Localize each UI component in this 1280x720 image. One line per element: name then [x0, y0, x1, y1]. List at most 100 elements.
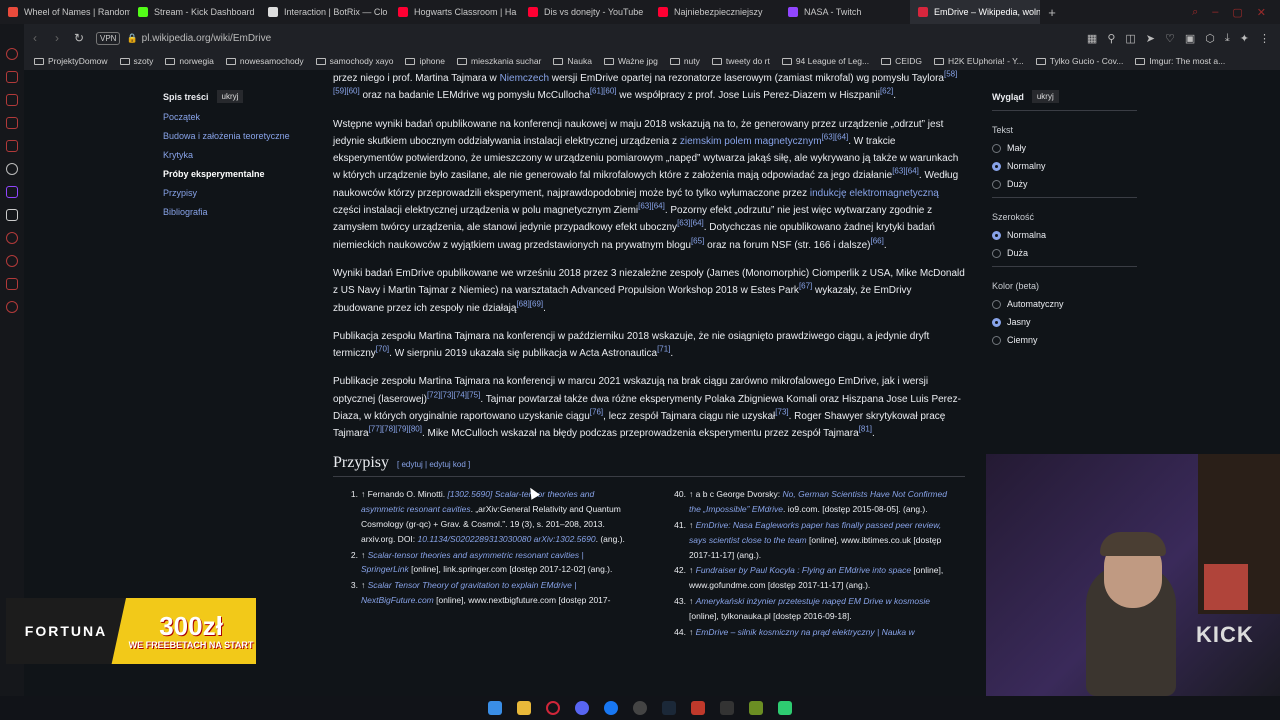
radio-option[interactable]: Mały — [992, 143, 1137, 153]
toc-item[interactable]: Krytyka — [163, 150, 313, 160]
browser-tab[interactable]: EmDrive – Wikipedia, woln× — [910, 0, 1040, 24]
discord-icon[interactable] — [575, 701, 589, 715]
search-icon[interactable]: ⌕ — [1192, 6, 1198, 19]
bookmark-item[interactable]: Nauka — [553, 56, 592, 66]
extensions-icon[interactable]: ⬡ — [1205, 32, 1215, 45]
toc-item[interactable]: Bibliografia — [163, 207, 313, 217]
terminal-icon[interactable] — [720, 701, 734, 715]
browser-tab[interactable]: Hogwarts Classroom | Ha — [390, 0, 520, 24]
pin-icon[interactable]: ⚲ — [1107, 32, 1115, 45]
x-icon[interactable] — [6, 209, 18, 221]
radio-button[interactable] — [992, 161, 1001, 171]
bookmark-item[interactable]: samochody xayo — [315, 56, 393, 66]
radio-button[interactable] — [992, 143, 1001, 153]
ref-link[interactable]: [63][64] — [822, 133, 849, 142]
download-icon[interactable]: ⤓ — [1225, 32, 1230, 45]
ref-link[interactable]: [68][69] — [516, 299, 543, 308]
link-induction[interactable]: indukcję elektromagnetyczną — [810, 188, 939, 199]
location-icon[interactable] — [6, 278, 18, 290]
bookmark-item[interactable]: tweety do rt — [711, 56, 770, 66]
chatgpt-icon[interactable] — [6, 163, 18, 175]
obs-icon[interactable] — [633, 701, 647, 715]
toc-item[interactable]: Próby eksperymentalne — [163, 169, 313, 179]
bookmark-item[interactable]: nowesamochody — [225, 56, 304, 66]
ref-link[interactable]: Amerykański inżynier przetestuje napęd E… — [696, 596, 930, 606]
radio-option[interactable]: Ciemny — [992, 335, 1137, 345]
toc-item[interactable]: Budowa i założenia teoretyczne — [163, 131, 313, 141]
wallet-icon[interactable]: ▣ — [1185, 32, 1195, 45]
ref-link[interactable]: [73] — [775, 408, 788, 417]
browser-tab[interactable]: Interaction | BotRix — Clo — [260, 0, 390, 24]
ref-link[interactable]: [63][64] — [677, 219, 704, 228]
facebook-icon[interactable] — [604, 701, 618, 715]
ref-link[interactable]: [63][64] — [892, 167, 919, 176]
bookmark-item[interactable]: CEIDG — [881, 56, 922, 66]
camera-icon[interactable]: ◫ — [1125, 32, 1135, 45]
reader-icon[interactable]: ▦ — [1087, 32, 1097, 45]
ref-link[interactable]: 10.1134/S0202289313030080 — [418, 534, 532, 544]
link-magnetic-field[interactable]: ziemskim polem magnetycznym — [680, 136, 822, 147]
bookmark-item[interactable]: nuty — [669, 56, 700, 66]
windows-start-icon[interactable] — [488, 701, 502, 715]
menu-icon[interactable]: ⋮ — [1259, 32, 1270, 45]
ref-link[interactable]: arXiv:1302.5690 — [534, 534, 596, 544]
toc-item[interactable]: Początek — [163, 112, 313, 122]
radio-button[interactable] — [992, 317, 1001, 327]
messenger-icon[interactable] — [6, 117, 18, 129]
radio-button[interactable] — [992, 299, 1001, 309]
radio-button[interactable] — [992, 248, 1001, 258]
ref-link[interactable]: [63][64] — [638, 202, 665, 211]
ref-link[interactable]: [71] — [657, 345, 670, 354]
url-field[interactable]: pl.wikipedia.org/wiki/EmDrive — [142, 33, 271, 44]
radio-option[interactable]: Duży — [992, 179, 1137, 189]
ref-link[interactable]: [81] — [859, 425, 872, 434]
toc-item[interactable]: Przypisy — [163, 188, 313, 198]
steam-icon[interactable] — [662, 701, 676, 715]
minimize-icon[interactable]: – — [1212, 6, 1218, 19]
shield-icon[interactable] — [691, 701, 705, 715]
clock-icon[interactable] — [6, 255, 18, 267]
browser-tab[interactable]: Najniebezpieczniejszy — [650, 0, 780, 24]
radio-option[interactable]: Duża — [992, 248, 1137, 258]
bookmark-item[interactable]: ProjektyDomow — [34, 56, 108, 66]
radio-option[interactable]: Automatyczny — [992, 299, 1137, 309]
ref-link[interactable]: Fundraiser by Paul Kocyla : Flying an EM… — [696, 565, 911, 575]
radio-option[interactable]: Normalna — [992, 230, 1137, 240]
bookmarks-icon[interactable] — [6, 94, 18, 106]
opera-taskbar-icon[interactable] — [546, 701, 560, 715]
ref-link[interactable]: [72][73][74][75] — [427, 390, 480, 399]
vpn-badge[interactable]: VPN — [96, 31, 121, 45]
ref-link[interactable]: [67] — [799, 282, 812, 291]
bookmark-item[interactable]: norwegia — [165, 56, 214, 66]
edit-section-link[interactable]: [ edytuj | edytuj kod ] — [397, 460, 470, 469]
twitch-icon[interactable] — [6, 186, 18, 198]
ref-link[interactable]: [62] — [880, 87, 893, 96]
bookmark-item[interactable]: Tylko Gucio - Cov... — [1035, 56, 1123, 66]
ref-link[interactable]: [70] — [376, 345, 389, 354]
browser-tab[interactable]: Dis vs donejty - YouTube — [520, 0, 650, 24]
ref-link[interactable]: [61][60] — [590, 87, 617, 96]
browser-tab[interactable]: NASA - Twitch — [780, 0, 910, 24]
ref-link[interactable]: [77][78][79][80] — [369, 425, 422, 434]
bookmark-item[interactable]: mieszkania suchar — [457, 56, 541, 66]
radio-option[interactable]: Normalny — [992, 161, 1137, 171]
toc-hide-button[interactable]: ukryj — [216, 90, 244, 103]
file-explorer-icon[interactable] — [517, 701, 531, 715]
bookmark-item[interactable]: Imgur: The most a... — [1135, 56, 1225, 66]
browser-tab[interactable]: Wheel of Names | Random — [0, 0, 130, 24]
maximize-icon[interactable]: ▢ — [1232, 6, 1242, 19]
radio-button[interactable] — [992, 230, 1001, 240]
minecraft-icon[interactable] — [749, 701, 763, 715]
ref-link[interactable]: EmDrive – silnik kosmiczny na prąd elekt… — [696, 627, 915, 637]
new-tab-button[interactable]: + — [1040, 5, 1064, 20]
appearance-hide-button[interactable]: ukryj — [1031, 90, 1059, 103]
ref-link[interactable]: [76] — [590, 408, 603, 417]
close-icon[interactable]: ✕ — [1257, 6, 1266, 19]
link-niemczech[interactable]: Niemczech — [500, 73, 549, 84]
reload-icon[interactable]: ↻ — [68, 31, 90, 45]
radio-button[interactable] — [992, 179, 1001, 189]
bookmark-item[interactable]: 94 League of Leg... — [781, 56, 869, 66]
forward-icon[interactable]: › — [46, 31, 68, 45]
back-icon[interactable]: ‹ — [24, 31, 46, 45]
youtube-icon[interactable] — [6, 140, 18, 152]
